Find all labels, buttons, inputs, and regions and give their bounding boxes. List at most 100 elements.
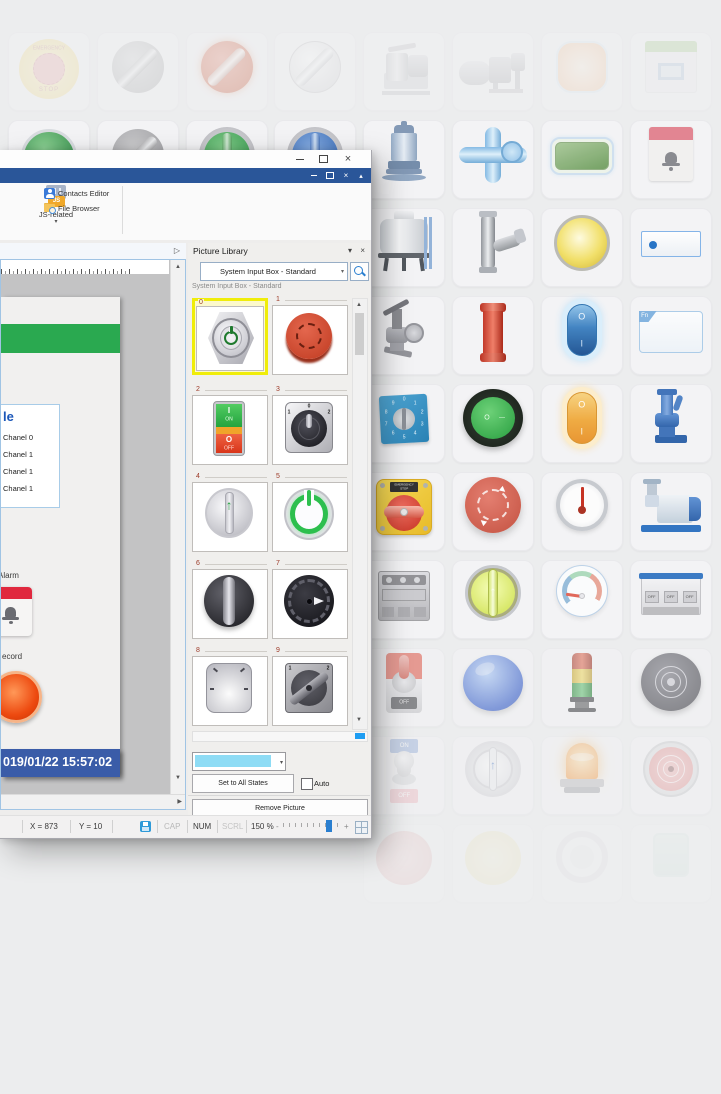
tile-breaker-block[interactable] [363,560,445,639]
scroll-up-icon[interactable]: ▲ [171,264,185,270]
doc-restore-button[interactable] [323,168,337,183]
contacts-editor-button[interactable]: Contacts Editor [44,187,109,199]
tile-pipe-cross[interactable] [452,120,534,199]
tile-lcd-panel-green[interactable] [541,120,623,199]
tile-siren-dark[interactable] [630,648,712,727]
picture-item-1[interactable]: 1 [272,298,348,375]
picture-item-0[interactable]: 0 [192,298,268,375]
tile-beacon-orange[interactable] [541,736,623,815]
fit-to-window-icon[interactable] [355,821,368,834]
tile-round-rocker-green[interactable]: O— [452,384,534,463]
save-icon[interactable] [140,821,151,832]
timestamp-display[interactable]: 019/01/22 15:57:02 [1,749,120,777]
tile-rocker-switch-blue[interactable]: OI [541,296,623,375]
file-browser-button[interactable]: File Browser [44,202,100,214]
tile-safety-valve-blue[interactable] [630,384,712,463]
tile-square-button-teal[interactable] [630,824,712,903]
record-button[interactable] [1,671,42,723]
tile-circuit-breaker-3p[interactable]: OFFOFFOFF [630,560,712,639]
picture-item-8[interactable]: 8 [192,649,268,726]
tile-alarm-card[interactable] [630,120,712,199]
alarm-widget[interactable] [1,587,32,636]
zoom-slider-thumb[interactable] [326,820,332,832]
scroll-up-icon[interactable]: ▲ [353,302,365,308]
tile-rocker-switch-orange[interactable]: OI [541,384,623,463]
picture-item-2[interactable]: 2IONOOFF [192,388,268,465]
shape [479,211,497,217]
tile-toggle-switch-red[interactable]: OFF [363,648,445,727]
tile-gauge-silver[interactable] [541,472,623,551]
restore-button[interactable] [313,150,333,168]
shape [489,89,523,93]
shape: ON [400,743,409,749]
close-button[interactable]: × [338,150,358,168]
tile-emergency-stop-station[interactable]: EMERGENCYSTOP [363,472,445,551]
picture-item-7[interactable]: 7 [272,562,348,639]
grid-vertical-scrollbar[interactable]: ▲ ▼ [352,298,368,730]
tile-storage-tank[interactable] [363,208,445,287]
tile-centrifugal-pump[interactable] [630,472,712,551]
zoom-in-button[interactable]: + [344,822,349,831]
tile-widget-panel[interactable] [630,32,712,111]
library-search-button[interactable] [350,262,369,281]
tile-safety-valve-gray[interactable] [363,296,445,375]
doc-close-button[interactable]: × [339,168,353,183]
zoom-slider-track[interactable] [283,823,341,829]
auto-checkbox[interactable] [301,778,313,790]
picture-item-9[interactable]: 912 [272,649,348,726]
tile-dip-rotary-switch[interactable]: 0123456789 [363,384,445,463]
grid-horizontal-scrollbar[interactable] [192,731,368,742]
panel-menu-icon[interactable]: ▾ [348,246,352,255]
doc-minimize-button[interactable] [307,168,321,183]
tile-fn-input-panel[interactable]: Fn [630,296,712,375]
tile-pipe-coupling-red[interactable] [452,296,534,375]
state-color-dropdown[interactable]: ▾ [192,752,286,771]
tile-vacuum-pump[interactable] [363,32,445,111]
library-category-dropdown[interactable]: System Input Box - Standard ▾ [200,262,348,281]
tile-selector-knob-white[interactable] [274,32,356,111]
set-to-all-states-button[interactable]: Set to All States [192,774,294,793]
tile-dome-button-yellow[interactable] [452,824,534,903]
scroll-down-icon[interactable]: ▼ [171,775,185,781]
collapse-right-icon[interactable]: ▷ [174,246,180,255]
tile-toggle-switch-onoff[interactable]: ONOFF [363,736,445,815]
tile-ring-button-silver[interactable] [541,824,623,903]
panel-close-icon[interactable]: × [360,246,365,255]
picture-item-6[interactable]: 6 [192,562,268,639]
tile-stack-light[interactable] [541,648,623,727]
shape: 8 [385,411,388,416]
scroll-down-icon[interactable]: ▼ [353,717,365,723]
channel-row: Chanel 1 [3,450,33,459]
tile-input-field-card[interactable] [630,208,712,287]
tile-emergency-stop-pad[interactable]: EMERGENCYSTOP [8,32,90,111]
channel-list-box[interactable]: le Chanel 0Chanel 1Chanel 1Chanel 1 [1,404,60,508]
tile-selector-knob-gray[interactable] [97,32,179,111]
tile-illuminated-selector[interactable]: ↑ [452,560,534,639]
minimize-button[interactable] [290,150,310,168]
tile-dome-button-pink[interactable] [363,824,445,903]
scrollbar-thumb[interactable] [355,733,365,739]
tile-indicator-yellow[interactable] [541,208,623,287]
tile-submersible-pump[interactable] [363,120,445,199]
tile-siren-pink[interactable] [630,736,712,815]
picture-item-5[interactable]: 5 [272,475,348,552]
tile-dome-button-blue[interactable] [452,648,534,727]
green-header-bar[interactable] [1,324,120,353]
canvas-viewport[interactable]: le Chanel 0Chanel 1Chanel 1Chanel 1 Alar… [1,274,169,784]
scroll-right-icon[interactable]: ▶ [177,798,182,805]
canvas-horizontal-scrollbar[interactable]: ▶ [1,794,185,809]
tile-reset-button-red[interactable] [452,472,534,551]
tile-knob-arrow-silver[interactable]: ↑ [452,736,534,815]
picture-item-3[interactable]: 3012 [272,388,348,465]
tile-inline-pump[interactable] [452,32,534,111]
hmi-page[interactable]: le Chanel 0Chanel 1Chanel 1Chanel 1 Alar… [1,297,120,777]
picture-item-4[interactable]: 4↑ [192,475,268,552]
tile-selector-knob-red[interactable] [186,32,268,111]
zoom-out-button[interactable]: - [276,822,279,831]
tile-orange-square-button[interactable] [541,32,623,111]
ribbon-collapse-button[interactable]: ▴ [354,168,368,183]
tile-gauge-colored[interactable] [541,560,623,639]
tile-pipe-tee[interactable] [452,208,534,287]
scrollbar-thumb[interactable] [355,313,364,355]
canvas-vertical-scrollbar[interactable]: ▲ ▼ [170,260,185,795]
